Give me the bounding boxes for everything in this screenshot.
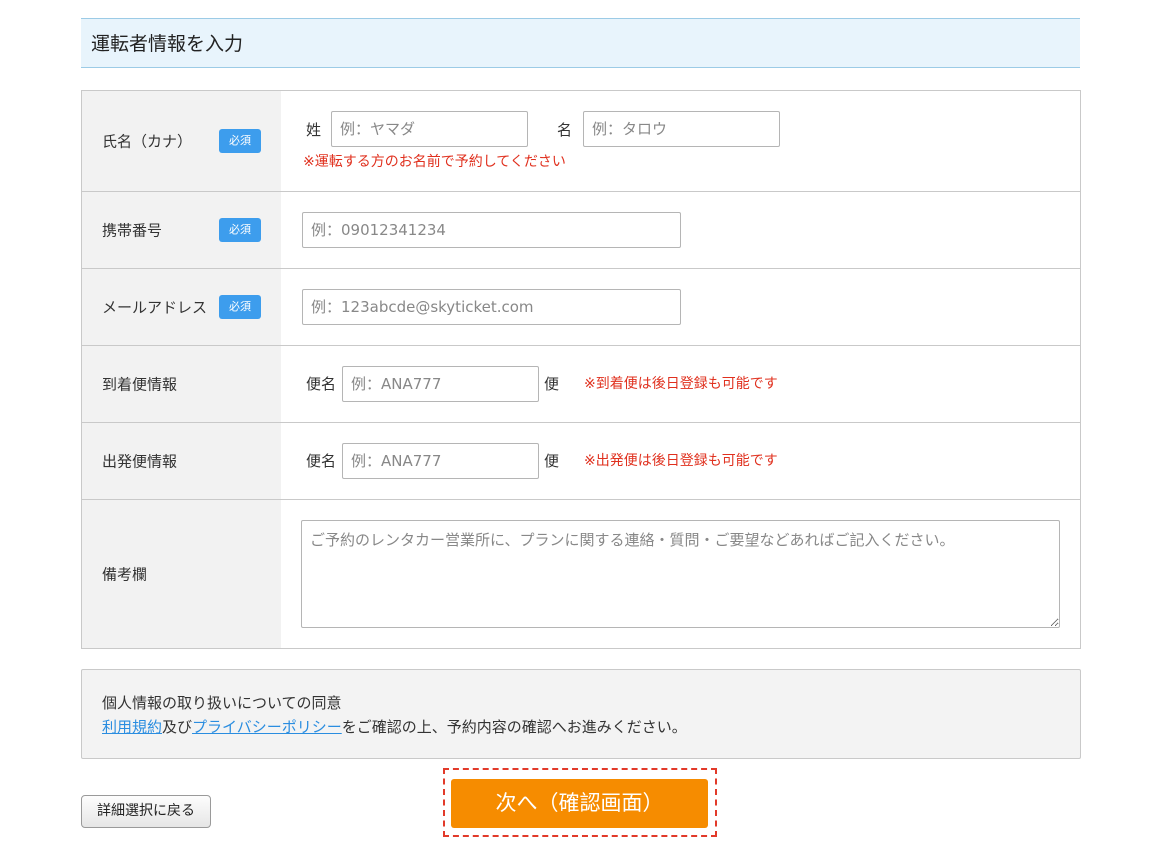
row-arrival-flight: 到着便情報 便名 便 ※到着便は後日登録も可能です [82,346,1080,423]
field-cell [281,269,1080,345]
flight-suffix: 便 [544,375,560,393]
departure-flight-label: 出発便情報 [102,452,178,471]
consent-rest-text: をご確認の上、予約内容の確認へお進みください。 [341,718,687,736]
row-phone: 携帯番号 必須 [82,192,1080,269]
field-cell: 便名 便 ※出発便は後日登録も可能です [281,423,1080,499]
required-badge: 必須 [219,218,261,242]
phone-label: 携帯番号 [102,221,163,240]
phone-input[interactable] [302,212,681,248]
row-name-kana: 氏名（カナ） 必須 姓 名 ※運転する方のお名前で予約してください [82,91,1080,192]
driver-info-page: 運転者情報を入力 氏名（カナ） 必須 姓 名 ※運転する方のお名前で予約してくだ… [0,0,1160,856]
arrival-flight-input[interactable] [342,366,539,402]
row-remarks: 備考欄 [82,500,1080,648]
section-header: 運転者情報を入力 [81,18,1080,68]
email-label: メールアドレス [102,298,208,317]
arrival-note: ※到着便は後日登録も可能です [584,376,778,392]
label-cell: 携帯番号 必須 [82,192,281,268]
name-note: ※運転する方のお名前で予約してください [303,154,566,170]
field-cell: 姓 名 ※運転する方のお名前で予約してください [281,91,1080,191]
name-kana-label: 氏名（カナ） [102,132,193,151]
field-cell: 便名 便 ※到着便は後日登録も可能です [281,346,1080,422]
field-cell [281,192,1080,268]
flight-no-label: 便名 [306,375,337,393]
consent-and-text: 及び [162,718,193,736]
mei-label: 名 [557,121,573,139]
label-cell: 到着便情報 [82,346,281,422]
sei-input[interactable] [331,111,528,147]
email-input[interactable] [302,289,681,325]
required-badge: 必須 [219,129,261,153]
flight-no-label: 便名 [306,452,337,470]
required-badge: 必須 [219,295,261,319]
back-to-details-button[interactable]: 詳細選択に戻る [81,795,211,828]
departure-flight-input[interactable] [342,443,539,479]
sei-label: 姓 [306,121,322,139]
row-departure-flight: 出発便情報 便名 便 ※出発便は後日登録も可能です [82,423,1080,500]
label-cell: 出発便情報 [82,423,281,499]
row-email: メールアドレス 必須 [82,269,1080,346]
label-cell: 備考欄 [82,500,281,648]
next-confirm-button[interactable]: 次へ（確認画面） [451,779,708,828]
field-cell [281,500,1080,648]
remarks-label: 備考欄 [102,565,148,584]
driver-form-table: 氏名（カナ） 必須 姓 名 ※運転する方のお名前で予約してください 携帯番号 必… [81,90,1081,649]
flight-suffix: 便 [544,452,560,470]
label-cell: メールアドレス 必須 [82,269,281,345]
section-title: 運転者情報を入力 [91,33,244,55]
label-cell: 氏名（カナ） 必須 [82,91,281,191]
departure-note: ※出発便は後日登録も可能です [584,453,778,469]
remarks-textarea[interactable] [301,520,1060,628]
consent-heading: 個人情報の取り扱いについての同意 [102,694,342,712]
consent-box: 個人情報の取り扱いについての同意 利用規約及びプライバシーポリシーをご確認の上、… [81,669,1081,759]
arrival-flight-label: 到着便情報 [102,375,178,394]
mei-input[interactable] [583,111,780,147]
consent-text: 利用規約及びプライバシーポリシーをご確認の上、予約内容の確認へお進みください。 [102,716,687,737]
privacy-policy-link[interactable]: プライバシーポリシー [192,718,342,736]
terms-link[interactable]: 利用規約 [102,718,162,736]
